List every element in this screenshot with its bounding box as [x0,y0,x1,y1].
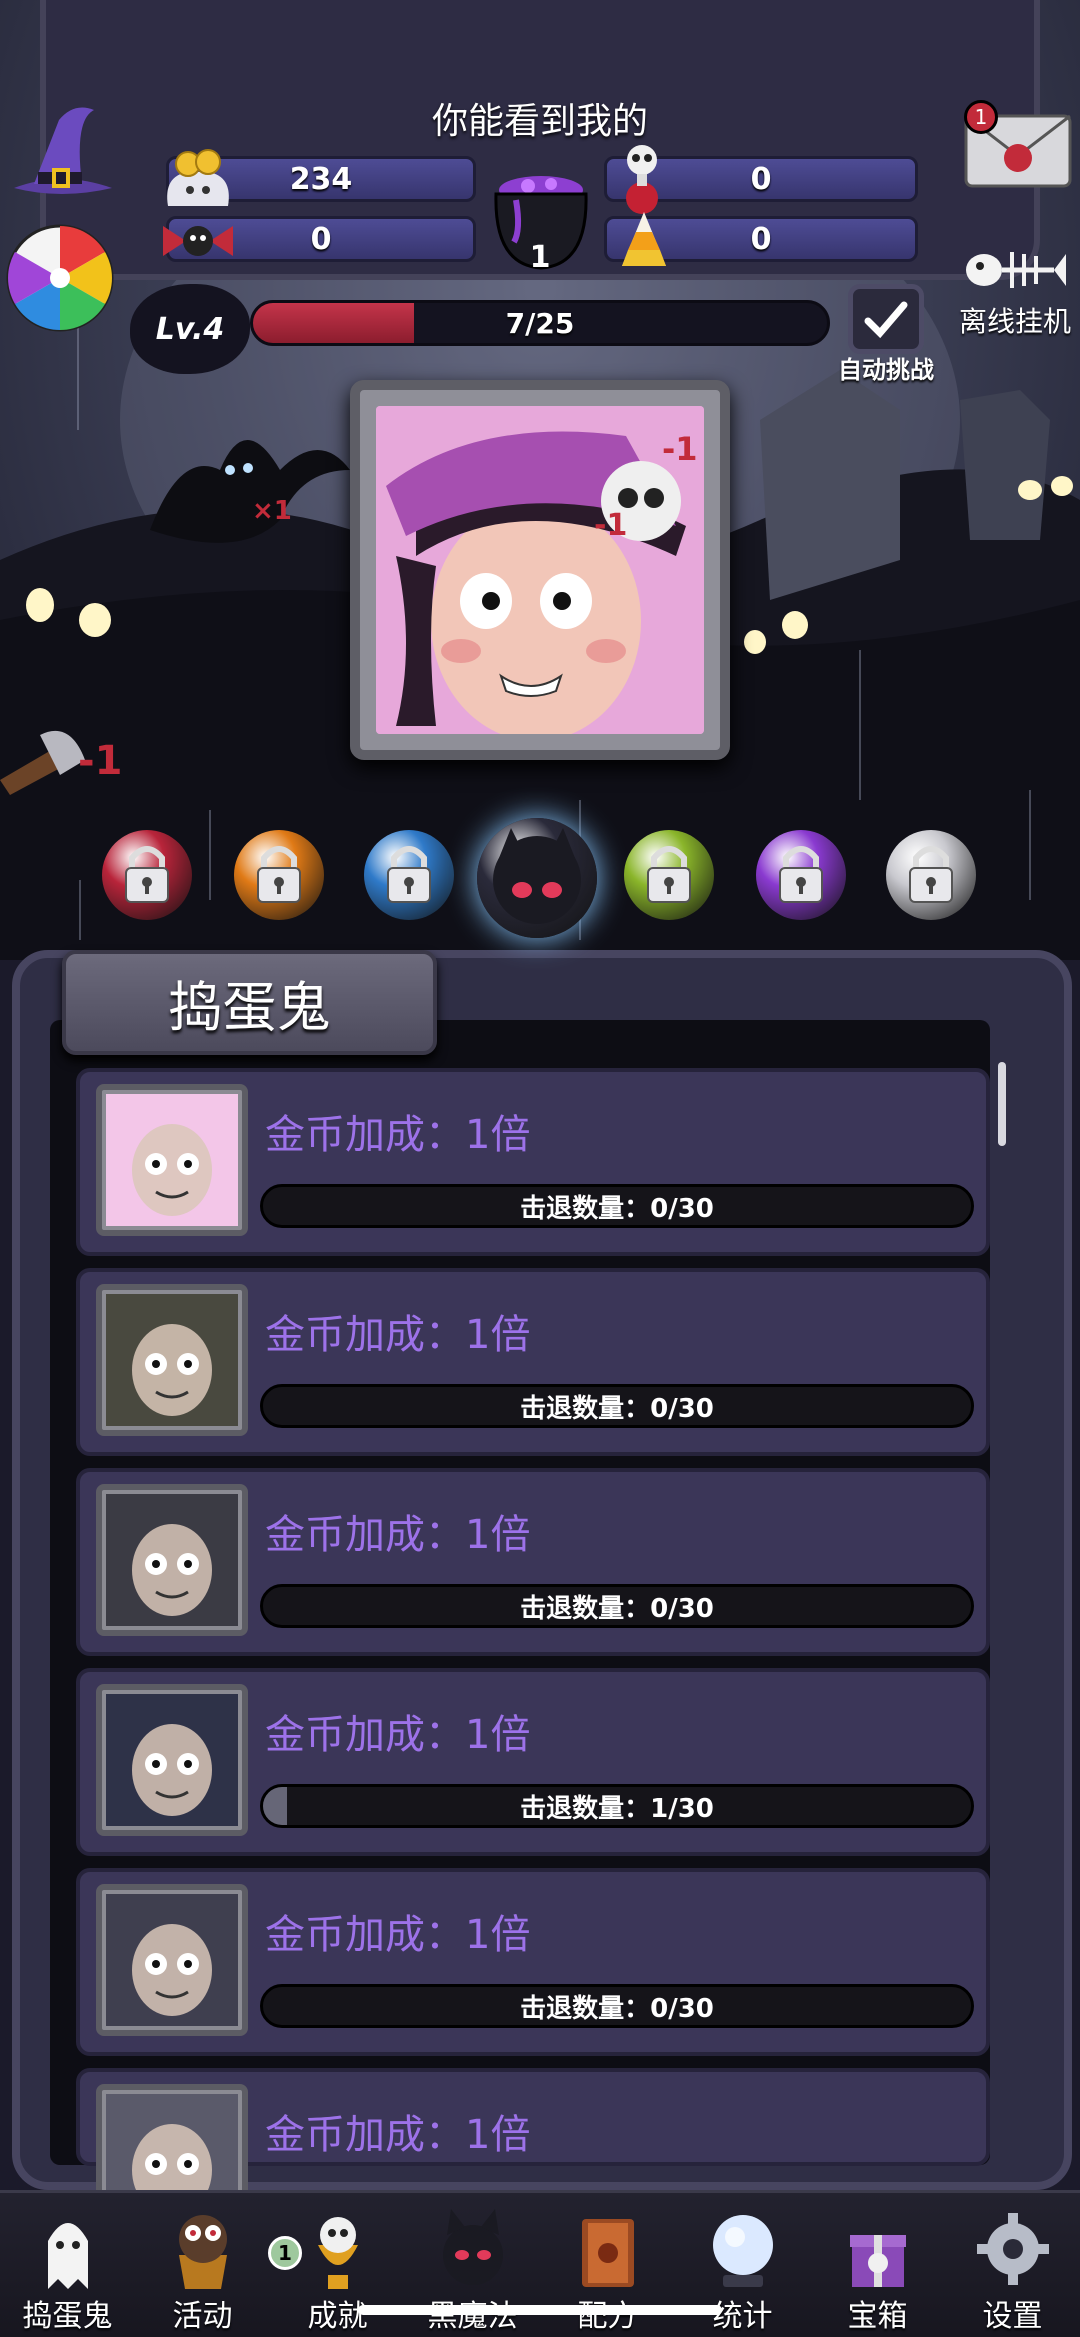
damage-popup: -1 [78,738,123,784]
candy-button[interactable] [4,222,116,334]
nav-label: 活动 [172,2299,233,2334]
locked-level-orb[interactable] [624,830,714,920]
repel-count-text: 击退数量：0/30 [520,1393,714,1424]
nav-label: 捣蛋鬼 [22,2299,113,2334]
stitched-doll-avatar [96,1884,248,2036]
lock-icon [257,846,301,903]
trickster-card[interactable]: 金币加成：1倍击退数量：0/30 [76,1068,990,1256]
achievement-badge: 1 [268,2236,302,2270]
crystal-ball-icon [713,2215,773,2287]
locked-level-orb[interactable] [886,830,976,920]
damage-popup: -1 [662,430,698,468]
repel-count-text: 击退数量：0/30 [520,1193,714,1224]
checkmark-icon [864,301,908,339]
character-face-icon [132,1524,212,1616]
bat-bonus-text: ×1 [252,496,292,526]
repel-progress-bar: 击退数量：1/30 [260,1784,974,1828]
bat-monster-icon [493,828,581,924]
repel-progress-bar: 击退数量：0/30 [260,1384,974,1428]
coin-sack-icon [158,146,238,216]
repel-count-text: 击退数量：1/30 [520,1793,714,1824]
trickster-card[interactable]: 金币加成：1倍击退数量：0/30 [76,1868,990,2056]
frankenstein-avatar [96,1284,248,1436]
mail-button[interactable]: 1 [962,100,1074,190]
auto-challenge-checkbox [848,284,924,354]
lock-icon [779,846,823,903]
cauldron-count: 1 [529,240,551,275]
character-face-icon [132,1724,212,1816]
lock-icon [909,846,953,903]
offline-idle-label: 离线挂机 [958,305,1071,338]
coin-bonus-label: 金币加成：1倍 [265,1912,531,1958]
gear-icon [977,2213,1049,2285]
lock-icon [647,846,691,903]
repel-progress-bar: 击退数量：0/30 [260,1984,974,2028]
coin-bonus-label: 金币加成：1倍 [265,1112,531,1158]
xp-progress-bar: 7/25 [250,300,830,346]
locked-level-orb[interactable] [364,830,454,920]
nav-label: 宝箱 [847,2299,908,2334]
spell-book-icon [582,2219,634,2287]
enemy-portrait [376,406,704,734]
nav-item-ghost[interactable]: 捣蛋鬼 [0,2193,135,2337]
nav-item-gift-box[interactable]: 宝箱 [810,2193,945,2337]
mail-badge: 1 [964,100,998,134]
auto-challenge-label: 自动挑战 [838,356,934,384]
nav-item-devil-cat[interactable]: 黑魔法 [405,2193,540,2337]
skull-potion-icon [608,140,678,216]
trickster-card[interactable]: 金币加成：1倍击退数量：0/30 [76,1268,990,1456]
level-badge: Lv.4 [130,284,250,374]
vampire-avatar [96,1684,248,1836]
coins-value: 234 [289,161,353,197]
locked-level-orb[interactable] [102,830,192,920]
coin-bonus-label: 金币加成：1倍 [265,1712,531,1758]
nav-item-spell-book[interactable]: 配方 [540,2193,675,2337]
trickster-card[interactable]: 金币加成：1倍击退数量：1/30 [76,1668,990,1856]
candy-value: 0 [310,221,332,257]
xp-text: 7/25 [505,306,575,340]
swirl-candy-icon [6,224,114,332]
offline-idle-button[interactable]: 离线挂机 [950,240,1080,340]
character-face-icon [132,1924,212,2016]
character-face-icon [132,1124,212,1216]
nav-item-eyeball-cupcake[interactable]: 活动 [135,2193,270,2337]
eyeball-cupcake-icon [179,2215,227,2289]
repel-progress-bar: 击退数量：0/30 [260,1584,974,1628]
coin-bonus-label: 金币加成：1倍 [265,1312,531,1358]
wrapped-candy-icon [158,216,238,266]
fish-bone-icon [966,252,1066,288]
gift-box-icon [850,2235,906,2287]
locked-level-orb[interactable] [234,830,324,920]
player-name: 你能看到我的 [431,101,648,142]
trickster-card[interactable]: 金币加成：1倍 [76,2068,990,2236]
devil-cat-icon [443,2209,503,2285]
lock-icon [125,846,169,903]
nav-label: 设置 [982,2299,1043,2334]
candy-corn-icon [614,208,674,270]
candy-corn-value: 0 [750,221,772,257]
nav-item-gear[interactable]: 设置 [945,2193,1080,2337]
auto-challenge-toggle[interactable]: 自动挑战 [836,284,936,384]
potion-value: 0 [750,161,772,197]
ghost-icon [48,2223,88,2289]
damage-popup: -1 [594,508,628,543]
current-level-orb[interactable] [477,818,597,938]
lock-icon [387,846,431,903]
panel-title: 捣蛋鬼 [62,950,437,1055]
locked-level-orb[interactable] [756,830,846,920]
trickster-card[interactable]: 金币加成：1倍击退数量：0/30 [76,1468,990,1656]
mummy-avatar [96,1484,248,1636]
character-face-icon [132,1324,212,1416]
repel-progress-bar: 击退数量：0/30 [260,1184,974,1228]
witch-girl-avatar [96,1084,248,1236]
home-indicator [358,2305,722,2315]
repel-count-text: 击退数量：0/30 [520,1993,714,2024]
coin-bonus-label: 金币加成：1倍 [265,1512,531,1558]
list-scrollbar[interactable] [998,1062,1006,1146]
nav-item-crystal-ball[interactable]: 统计 [675,2193,810,2337]
coin-bonus-label: 金币加成：1倍 [265,2112,531,2158]
repel-count-text: 击退数量：0/30 [520,1593,714,1624]
witch-girl-portrait [376,406,704,734]
skull-trophy-icon [318,2217,358,2289]
